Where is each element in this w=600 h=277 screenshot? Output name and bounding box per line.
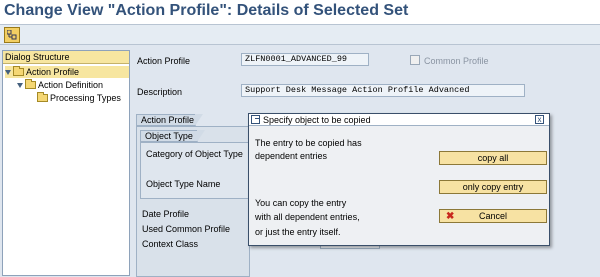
- structure-toggle-icon: [7, 30, 17, 40]
- description-field[interactable]: Support Desk Message Action Profile Adva…: [241, 84, 525, 97]
- application-toolbar: [0, 24, 600, 45]
- close-icon[interactable]: x: [535, 115, 544, 124]
- tree-item-label: Action Profile: [26, 67, 80, 77]
- cancel-icon: ✖: [446, 211, 455, 222]
- dialog-text-line: or just the entry itself.: [255, 227, 341, 237]
- common-profile-label: Common Profile: [424, 56, 489, 66]
- dialog-text-line: You can copy the entry: [255, 198, 347, 208]
- description-label: Description: [137, 87, 183, 97]
- title-bar: Change View "Action Profile": Details of…: [0, 0, 600, 24]
- action-profile-group-tab: Action Profile: [136, 114, 203, 126]
- used-common-profile-label: Used Common Profile: [142, 224, 231, 234]
- dialog-structure-heading: Dialog Structure: [3, 51, 129, 64]
- common-profile-checkbox[interactable]: [410, 55, 420, 65]
- dialog-window-icon: [251, 115, 260, 124]
- copy-all-button[interactable]: copy all: [439, 151, 547, 165]
- cancel-button[interactable]: ✖ Cancel: [439, 209, 547, 223]
- dialog-text-line: with all dependent entries,: [255, 212, 360, 222]
- dialog-title: Specify object to be copied: [263, 115, 371, 125]
- structure-toggle-button[interactable]: [4, 27, 20, 43]
- action-profile-label: Action Profile: [137, 56, 191, 66]
- tree-item-processing-types[interactable]: Processing Types: [37, 92, 129, 104]
- dialog-title-bar: Specify object to be copied x: [249, 114, 549, 126]
- object-type-tab: Object Type: [140, 130, 205, 142]
- copy-dialog: Specify object to be copied x The entry …: [248, 113, 550, 246]
- object-type-name-label: Object Type Name: [146, 179, 221, 189]
- dialog-structure-panel: Dialog Structure Action Profile Action D…: [2, 50, 130, 276]
- category-of-object-type-label: Category of Object Type: [146, 149, 243, 159]
- expand-icon[interactable]: [5, 69, 11, 75]
- tree-item-label: Processing Types: [50, 93, 121, 103]
- tree-item-label: Action Definition: [38, 80, 104, 90]
- dialog-text-line: dependent entries: [255, 151, 328, 161]
- action-profile-field[interactable]: ZLFN0001_ADVANCED_99: [241, 53, 369, 66]
- tree-item-action-definition[interactable]: Action Definition: [17, 79, 103, 91]
- date-profile-label: Date Profile: [142, 209, 190, 219]
- only-copy-entry-button[interactable]: only copy entry: [439, 180, 547, 194]
- dialog-text-line: The entry to be copied has: [255, 138, 362, 148]
- expand-icon[interactable]: [17, 82, 23, 88]
- folder-open-icon: [13, 66, 24, 76]
- context-class-label: Context Class: [142, 239, 199, 249]
- tree-item-action-profile[interactable]: Action Profile: [5, 66, 129, 78]
- folder-icon: [25, 79, 36, 89]
- cancel-button-label: Cancel: [478, 211, 507, 221]
- page-title: Change View "Action Profile": Details of…: [4, 2, 409, 19]
- folder-icon: [37, 92, 48, 102]
